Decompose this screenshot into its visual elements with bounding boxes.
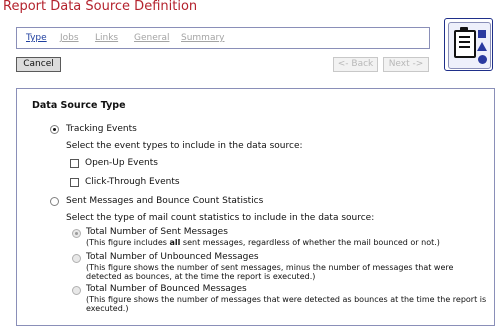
click-through-events-checkbox[interactable] [70,178,79,187]
back-button[interactable]: <- Back [333,57,378,72]
tracking-events-radio[interactable] [50,125,59,134]
square-shape-icon [478,30,486,38]
tab-jobs: Jobs [60,33,79,43]
clipboard-icon [454,27,476,58]
tracking-events-label: Tracking Events [66,124,137,134]
data-source-type-panel: Data Source Type Tracking Events Select … [16,88,495,326]
total-bounced-description-line2: executed.) [86,304,129,313]
cancel-button[interactable]: Cancel [16,57,61,72]
total-unbounced-description-line1: (This figure shows the number of sent me… [86,263,454,272]
total-bounced-description-line1: (This figure shows the number of message… [86,295,487,304]
tab-links: Links [95,33,119,43]
tab-general: General [134,33,170,43]
wizard-tabs: Type Jobs Links General Summary [16,27,430,49]
next-button[interactable]: Next -> [383,57,429,72]
total-sent-radio[interactable] [72,229,81,238]
clipboard-wizard-icon [444,18,493,71]
tab-summary: Summary [181,33,225,43]
total-sent-label: Total Number of Sent Messages [86,227,228,237]
page-title: Report Data Source Definition [3,0,198,14]
circle-shape-icon [478,55,487,64]
total-bounced-radio[interactable] [72,286,81,295]
total-bounced-label: Total Number of Bounced Messages [86,284,247,294]
total-unbounced-label: Total Number of Unbounced Messages [86,252,259,262]
total-unbounced-radio[interactable] [72,254,81,263]
total-unbounced-description-line2: detected as bounces, at the time the rep… [86,272,316,281]
triangle-shape-icon [477,42,487,51]
total-sent-description: (This figure includes all sent messages,… [86,238,440,247]
open-up-events-checkbox[interactable] [70,159,79,168]
sent-messages-radio[interactable] [50,197,59,206]
tab-type[interactable]: Type [26,33,47,43]
section-title: Data Source Type [32,100,126,111]
open-up-events-label: Open-Up Events [85,158,158,168]
tracking-events-prompt: Select the event types to include in the… [66,141,303,151]
click-through-events-label: Click-Through Events [85,177,180,187]
sent-messages-prompt: Select the type of mail count statistics… [66,213,375,223]
sent-messages-label: Sent Messages and Bounce Count Statistic… [66,196,264,206]
